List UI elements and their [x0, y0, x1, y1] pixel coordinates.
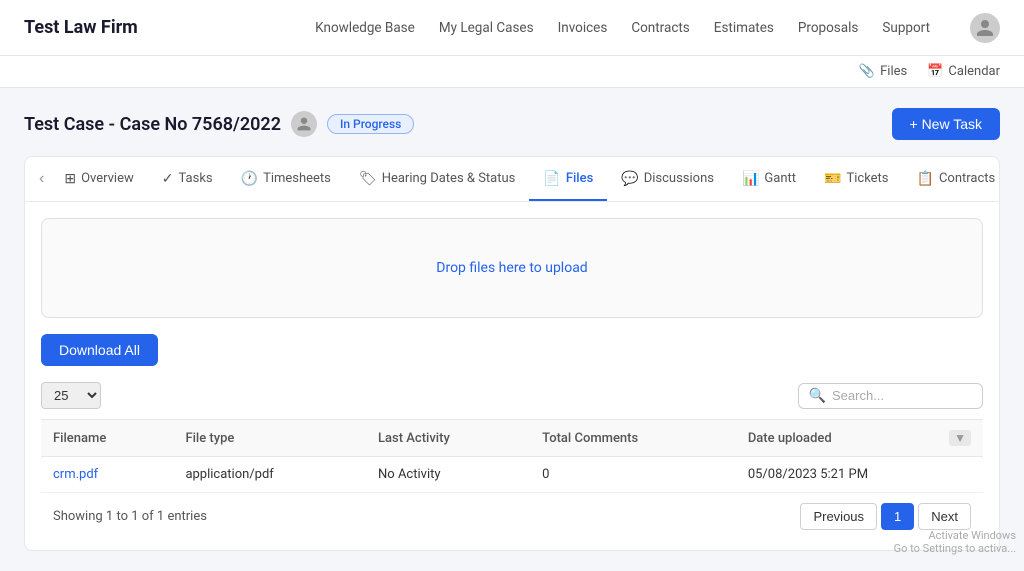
- tab-bar: ‹ ⊞ Overview ✓ Tasks 🕐 Timesheets 🏷 Hear…: [25, 157, 999, 202]
- tab-files[interactable]: 📄 Files: [529, 159, 607, 201]
- file-icon: 📄: [543, 171, 560, 187]
- table-controls: 25 50 100 🔍: [41, 382, 983, 409]
- current-page-button[interactable]: 1: [881, 503, 914, 530]
- files-table: Filename File type Last Activity Total C…: [41, 419, 983, 493]
- cell-filename: crm.pdf: [41, 457, 173, 493]
- check-icon: ✓: [162, 171, 174, 187]
- table-body: crm.pdf application/pdf No Activity 0 05…: [41, 457, 983, 493]
- gantt-icon: 📊: [742, 171, 759, 187]
- tab-overview[interactable]: ⊞ Overview: [50, 159, 147, 201]
- tab-discussions[interactable]: 💬 Discussions: [607, 159, 728, 201]
- case-header: Test Case - Case No 7568/2022 In Progres…: [24, 108, 1000, 140]
- status-badge: In Progress: [327, 114, 414, 134]
- nav-my-legal-cases[interactable]: My Legal Cases: [439, 20, 534, 36]
- grid-icon: ⊞: [64, 171, 76, 187]
- search-icon: 🔍: [809, 388, 826, 404]
- col-filename: Filename: [41, 420, 173, 457]
- nav-contracts[interactable]: Contracts: [631, 20, 689, 36]
- tab-prev-button[interactable]: ‹: [33, 157, 50, 201]
- case-title: Test Case - Case No 7568/2022: [24, 114, 281, 135]
- drop-zone[interactable]: Drop files here to upload: [41, 218, 983, 318]
- pagination-buttons: Previous 1 Next: [800, 503, 971, 530]
- main-content: Test Case - Case No 7568/2022 In Progres…: [0, 88, 1024, 571]
- new-task-button[interactable]: + New Task: [892, 108, 1001, 140]
- previous-page-button[interactable]: Previous: [800, 503, 877, 530]
- tab-timesheets[interactable]: 🕐 Timesheets: [227, 159, 345, 201]
- table-row: crm.pdf application/pdf No Activity 0 05…: [41, 457, 983, 493]
- cell-total-comments: 0: [530, 457, 736, 493]
- calendar-icon: 📅: [927, 64, 943, 79]
- tab-contracts[interactable]: 📋 Contracts: [903, 159, 999, 201]
- download-all-button[interactable]: Download All: [41, 334, 158, 366]
- top-navbar: Test Law Firm Knowledge Base My Legal Ca…: [0, 0, 1024, 56]
- tab-gantt[interactable]: 📊 Gantt: [728, 159, 810, 201]
- nav-estimates[interactable]: Estimates: [714, 20, 774, 36]
- nav-invoices[interactable]: Invoices: [558, 20, 608, 36]
- table-header: Filename File type Last Activity Total C…: [41, 420, 983, 457]
- chat-icon: 💬: [621, 171, 638, 187]
- cell-last-activity: No Activity: [366, 457, 530, 493]
- per-page-select[interactable]: 25 50 100: [41, 382, 101, 409]
- search-input[interactable]: [832, 388, 972, 403]
- nav-links: Knowledge Base My Legal Cases Invoices C…: [315, 13, 1000, 43]
- nav-knowledge-base[interactable]: Knowledge Base: [315, 20, 415, 36]
- cell-filetype: application/pdf: [173, 457, 366, 493]
- files-content: Drop files here to upload Download All 2…: [25, 202, 999, 550]
- tab-tickets[interactable]: 🎫 Tickets: [810, 159, 902, 201]
- col-last-activity: Last Activity: [366, 420, 530, 457]
- drop-zone-text: Drop files here to upload: [436, 260, 587, 276]
- subbar: 📎 Files 📅 Calendar: [0, 56, 1024, 88]
- subbar-files[interactable]: 📎 Files: [859, 64, 907, 79]
- clock-icon: 🕐: [241, 171, 258, 187]
- subbar-calendar[interactable]: 📅 Calendar: [927, 64, 1000, 79]
- tab-panel: ‹ ⊞ Overview ✓ Tasks 🕐 Timesheets 🏷 Hear…: [24, 156, 1000, 551]
- tag-icon: 🏷: [359, 171, 377, 187]
- pagination-row: Showing 1 to 1 of 1 entries Previous 1 N…: [41, 493, 983, 534]
- tab-hearing-dates[interactable]: 🏷 Hearing Dates & Status: [345, 159, 529, 201]
- ticket-icon: 🎫: [824, 171, 841, 187]
- cell-date-uploaded: 05/08/2023 5:21 PM: [736, 457, 983, 493]
- col-date-uploaded[interactable]: Date uploaded ▼: [736, 420, 983, 457]
- user-avatar[interactable]: [970, 13, 1000, 43]
- paperclip-icon: 📎: [859, 64, 875, 79]
- nav-support[interactable]: Support: [882, 20, 930, 36]
- col-total-comments: Total Comments: [530, 420, 736, 457]
- sort-icon: ▼: [949, 430, 971, 446]
- doc-icon: 📋: [917, 171, 934, 187]
- brand-logo: Test Law Firm: [24, 17, 138, 38]
- next-page-button[interactable]: Next: [918, 503, 971, 530]
- case-avatar: [291, 111, 317, 137]
- nav-proposals[interactable]: Proposals: [798, 20, 859, 36]
- search-bar: 🔍: [798, 383, 983, 409]
- col-filetype: File type: [173, 420, 366, 457]
- pagination-info: Showing 1 to 1 of 1 entries: [53, 509, 207, 524]
- file-link[interactable]: crm.pdf: [53, 467, 98, 482]
- tab-tasks[interactable]: ✓ Tasks: [148, 159, 227, 201]
